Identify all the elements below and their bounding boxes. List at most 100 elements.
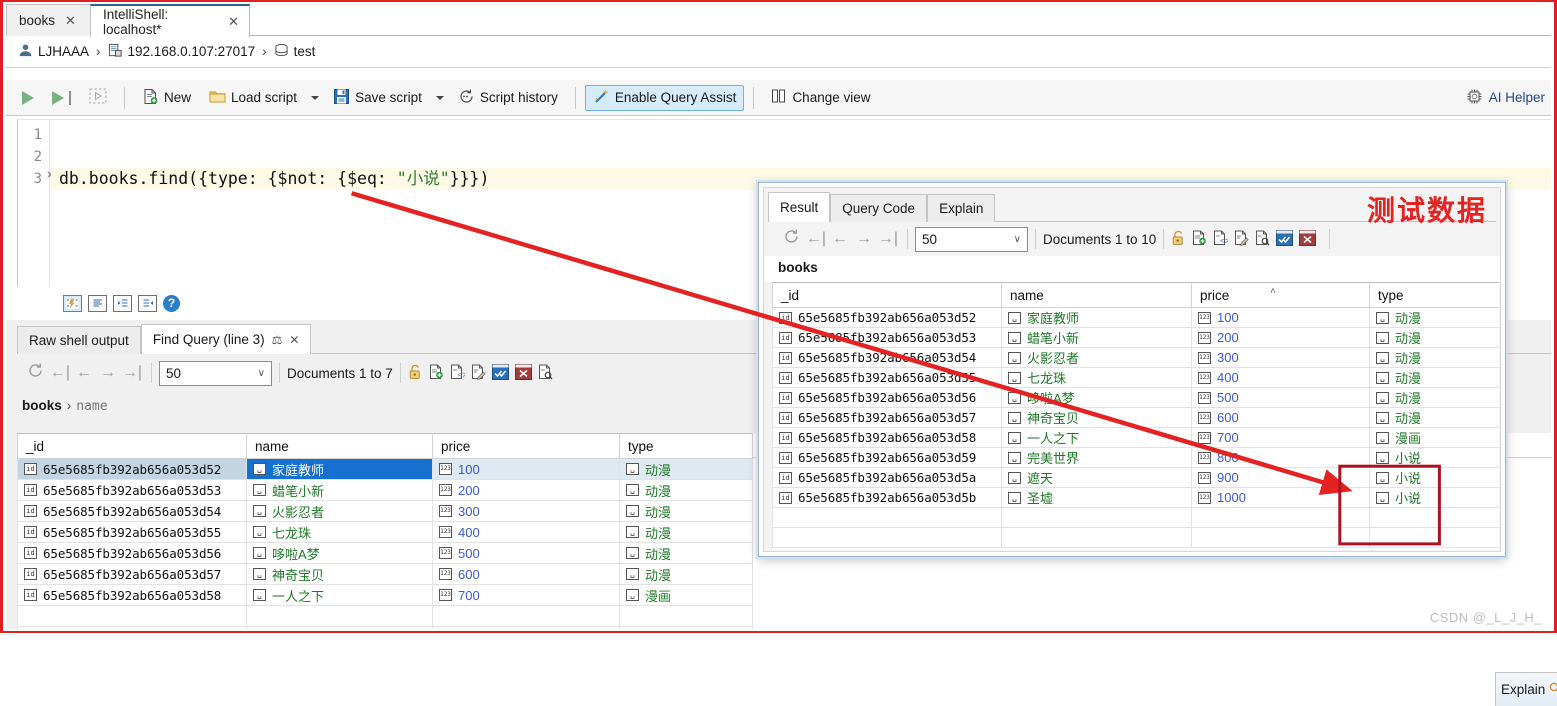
tab-explain[interactable]: Explain [927,194,996,222]
cell-type[interactable]: ␣ 动漫 [619,521,753,543]
overlay-collection-name[interactable]: books [778,260,818,275]
tab-result[interactable]: Result [768,192,831,222]
cell-id[interactable]: id 65e5685fb392ab656a053d5b [772,487,1002,508]
cell-price[interactable]: 123 300 [432,500,620,522]
cell-price[interactable]: 123 1000 [1191,487,1370,508]
change-view-button[interactable]: Change view [763,85,878,111]
close-icon[interactable]: ✕ [65,13,76,29]
new-script-button[interactable]: New [134,85,199,111]
column-header-price[interactable]: price ˄ [1191,282,1370,308]
cell-id[interactable]: id 65e5685fb392ab656a053d53 [17,479,247,501]
run-to-cursor-button[interactable] [44,85,79,111]
cell-type[interactable]: ␣ 动漫 [619,563,753,585]
cell-id[interactable]: id 65e5685fb392ab656a053d54 [17,500,247,522]
cell-name[interactable]: ␣ 七龙珠 [1001,367,1192,388]
confirm-icon[interactable] [1276,229,1294,249]
cell-name[interactable]: ␣ 七龙珠 [246,521,433,543]
save-script-button[interactable]: Save script [325,85,430,111]
floating-result-panel[interactable]: Result Query Code Explain ←| ← → →| 50 ∨… [758,182,1506,557]
last-page-icon[interactable]: →| [120,364,144,382]
table-row[interactable]: id 65e5685fb392ab656a053d55 ␣ 七龙珠 123 400 ␣ 动漫 [17,521,753,543]
cell-id[interactable]: id 65e5685fb392ab656a053d56 [17,542,247,564]
cell-name[interactable]: ␣ 圣墟 [1001,487,1192,508]
refresh-icon[interactable] [778,228,804,250]
chevron-down-icon[interactable] [435,95,444,100]
cell-price[interactable]: 123 500 [1191,387,1370,408]
column-header-type[interactable]: type [1369,282,1499,308]
table-row[interactable]: id 65e5685fb392ab656a053d58 ␣ 一人之下 123 700 ␣ 漫画 [17,584,753,606]
edit-document-icon[interactable] [1234,230,1249,249]
view-json-icon[interactable]: <> [450,364,467,383]
cell-price[interactable]: 123 200 [1191,327,1370,348]
cell-type[interactable]: ␣ 小说 [1369,487,1499,508]
cell-id[interactable]: id 65e5685fb392ab656a053d56 [772,387,1002,408]
cell-id[interactable]: id 65e5685fb392ab656a053d57 [772,407,1002,428]
cell-type[interactable]: ␣ 动漫 [619,479,753,501]
cell-name[interactable]: ␣ 一人之下 [246,584,433,606]
cell-type[interactable]: ␣ 小说 [1369,467,1499,488]
cell-id[interactable]: id 65e5685fb392ab656a053d52 [17,458,247,480]
find-document-icon[interactable] [538,364,553,383]
load-script-button[interactable]: Load script [201,85,305,111]
cell-type[interactable]: ␣ 动漫 [1369,387,1499,408]
page-size-select[interactable]: 50 ∨ [159,360,272,386]
cell-id[interactable]: id 65e5685fb392ab656a053d5a [772,467,1002,488]
cell-price[interactable]: 123 200 [432,479,620,501]
cell-type[interactable]: ␣ 动漫 [619,542,753,564]
cell-price[interactable]: 123 700 [432,584,620,606]
ai-helper-button[interactable]: AI Helper [1466,88,1545,108]
first-page-icon[interactable]: ←| [48,364,72,382]
table-row[interactable]: id 65e5685fb392ab656a053d54 ␣ 火影忍者 123 300 ␣ 动漫 [17,500,753,522]
cell-price[interactable]: 123 400 [432,521,620,543]
table-row[interactable]: id 65e5685fb392ab656a053d52 ␣ 家庭教师 123 100 ␣ 动漫 [17,458,753,480]
tab-explain-peek[interactable]: Explain [1495,672,1557,706]
run-selection-button[interactable] [81,85,115,111]
column-header-price[interactable]: price [432,433,620,459]
cell-type[interactable]: ␣ 动漫 [1369,307,1499,328]
edit-document-icon[interactable] [471,364,486,383]
indent-right-icon[interactable] [113,294,132,312]
next-page-icon[interactable]: → [852,230,876,248]
table-row[interactable]: id 65e5685fb392ab656a053d5a ␣ 遮天 123 900 ␣ 小说 [772,467,1499,488]
cell-id[interactable]: id 65e5685fb392ab656a053d52 [772,307,1002,328]
table-row[interactable]: id 65e5685fb392ab656a053d56 ␣ 哆啦A梦 123 500 ␣ 动漫 [17,542,753,564]
cell-type[interactable]: ␣ 动漫 [619,500,753,522]
last-page-icon[interactable]: →| [876,230,900,248]
add-document-icon[interactable] [429,364,444,383]
cell-name[interactable]: ␣ 哆啦A梦 [246,542,433,564]
cell-id[interactable]: id 65e5685fb392ab656a053d55 [772,367,1002,388]
table-row[interactable]: id 65e5685fb392ab656a053d53 ␣ 蜡笔小新 123 200 ␣ 动漫 [772,327,1499,348]
pin-icon[interactable]: ⚖ [272,333,283,347]
cell-price[interactable]: 123 100 [432,458,620,480]
breadcrumb-database[interactable]: test [274,43,315,61]
cell-price[interactable]: 123 800 [1191,447,1370,468]
add-document-icon[interactable] [1192,230,1207,249]
cell-type[interactable]: ␣ 动漫 [619,458,753,480]
cell-name[interactable]: ␣ 蜡笔小新 [1001,327,1192,348]
cell-price[interactable]: 123 500 [432,542,620,564]
next-page-icon[interactable]: → [96,364,120,382]
cancel-icon[interactable] [514,363,532,383]
cell-type[interactable]: ␣ 动漫 [1369,327,1499,348]
tab-books[interactable]: books ✕ [6,4,91,36]
tab-query-code[interactable]: Query Code [830,194,928,222]
table-row[interactable]: id 65e5685fb392ab656a053d56 ␣ 哆啦A梦 123 500 ␣ 动漫 [772,387,1499,408]
format-icon[interactable] [63,294,82,312]
column-header-type[interactable]: type [619,433,753,459]
column-header-name[interactable]: name [1001,282,1192,308]
cancel-icon[interactable] [1299,229,1317,249]
cell-price[interactable]: 123 600 [1191,407,1370,428]
cell-type[interactable]: ␣ 动漫 [1369,367,1499,388]
column-header-id[interactable]: _id [772,282,1002,308]
cell-name[interactable]: ␣ 蜡笔小新 [246,479,433,501]
cell-name[interactable]: ␣ 火影忍者 [1001,347,1192,368]
tab-find-query[interactable]: Find Query (line 3) ⚖ ✕ [140,324,312,354]
table-row[interactable]: id 65e5685fb392ab656a053d53 ␣ 蜡笔小新 123 200 ␣ 动漫 [17,479,753,501]
cell-price[interactable]: 123 700 [1191,427,1370,448]
align-icon[interactable] [88,294,107,312]
cell-price[interactable]: 123 400 [1191,367,1370,388]
cell-type[interactable]: ␣ 动漫 [1369,407,1499,428]
script-history-button[interactable]: Script history [450,85,566,111]
table-row[interactable]: id 65e5685fb392ab656a053d59 ␣ 完美世界 123 800 ␣ 小说 [772,447,1499,468]
cell-name[interactable]: ␣ 哆啦A梦 [1001,387,1192,408]
